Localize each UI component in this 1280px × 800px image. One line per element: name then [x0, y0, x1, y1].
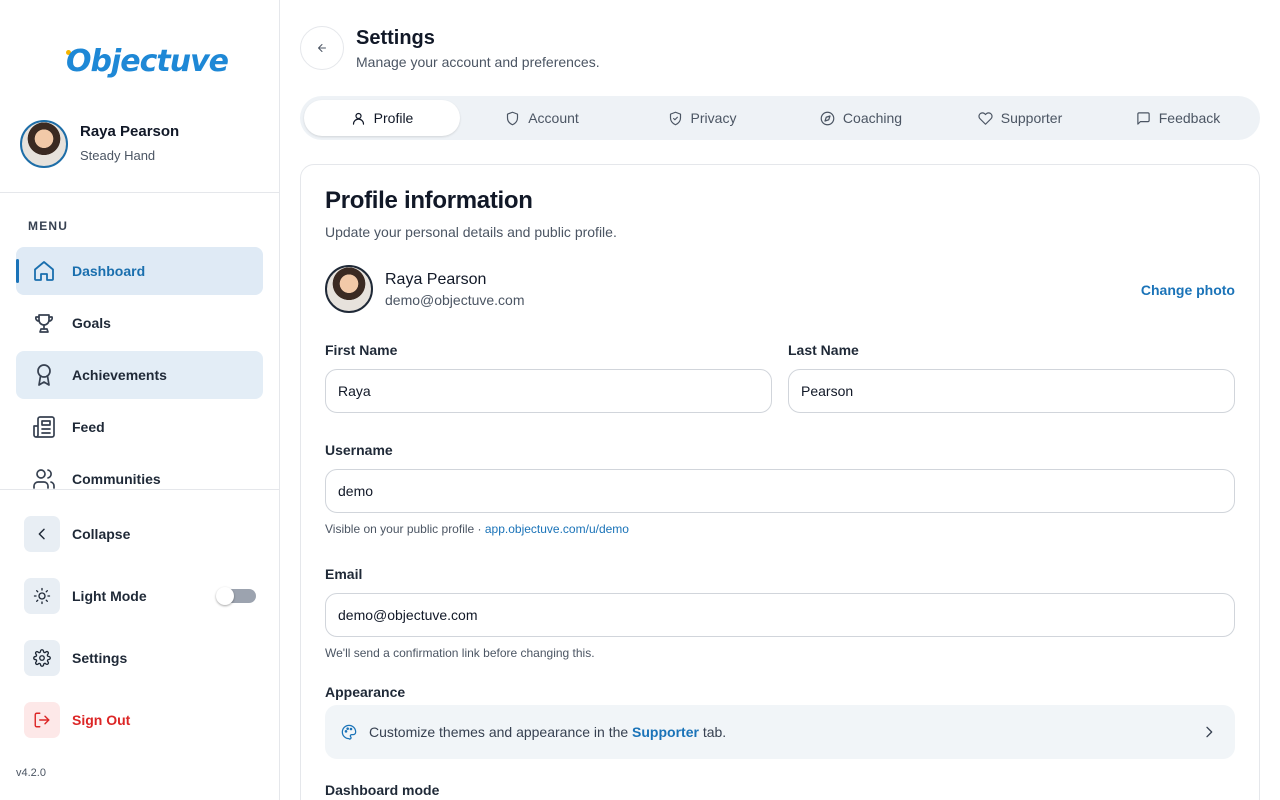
tab-account[interactable]: Account: [464, 100, 620, 136]
sign-out-icon: [34, 712, 50, 728]
divider: [0, 489, 279, 490]
newspaper-icon: [33, 416, 55, 438]
sun-icon: [33, 587, 51, 605]
divider: [0, 192, 279, 193]
public-profile-link[interactable]: app.objectuve.com/u/demo: [485, 522, 629, 536]
settings-tabs: Profile Account Privacy Coaching Support…: [300, 96, 1260, 140]
last-name-field[interactable]: [788, 369, 1235, 413]
tab-label: Profile: [373, 110, 414, 126]
email-field[interactable]: [325, 593, 1235, 637]
sidebar-item-communities[interactable]: Communities: [16, 455, 263, 489]
active-indicator: [16, 259, 19, 283]
page-subtitle: Manage your account and preferences.: [356, 54, 600, 70]
light-mode-row: Light Mode: [24, 578, 264, 614]
settings-label: Settings: [72, 650, 128, 666]
settings-icon-box: [24, 640, 60, 676]
appearance-label: Appearance: [325, 684, 406, 700]
home-icon: [34, 261, 54, 281]
sidebar-item-feed[interactable]: Feed: [16, 403, 263, 451]
award-icon: [37, 364, 51, 386]
profile-card: Profile information Update your personal…: [300, 164, 1260, 800]
palette-icon: [341, 724, 357, 740]
change-photo-link[interactable]: Change photo: [1141, 282, 1235, 298]
user-block[interactable]: Raya Pearson Steady Hand: [20, 120, 260, 170]
back-button[interactable]: [300, 26, 344, 70]
profile-email: demo@objectuve.com: [385, 292, 525, 308]
page-title: Settings: [356, 27, 435, 49]
version-label: v4.2.0: [16, 767, 46, 779]
chevron-left-icon: [38, 528, 45, 540]
tab-feedback[interactable]: Feedback: [1100, 100, 1256, 136]
tab-label: Feedback: [1158, 110, 1221, 126]
settings-button[interactable]: Settings: [24, 640, 264, 676]
sidebar-item-achievements[interactable]: Achievements: [16, 351, 263, 399]
tab-coaching[interactable]: Coaching: [783, 100, 939, 136]
collapse-button[interactable]: Collapse: [24, 516, 264, 552]
sidebar-item-label: Goals: [72, 315, 111, 331]
appearance-text-after: tab.: [698, 724, 727, 740]
tab-label: Privacy: [690, 110, 737, 126]
tab-label: Account: [528, 110, 579, 126]
email-hint: We'll send a confirmation link before ch…: [325, 646, 595, 660]
sidebar-item-label: Communities: [72, 471, 161, 487]
user-title: Steady Hand: [80, 148, 156, 163]
collapse-label: Collapse: [72, 526, 131, 542]
username-field[interactable]: [325, 469, 1235, 513]
gear-icon: [33, 649, 51, 667]
tab-supporter[interactable]: Supporter: [942, 100, 1098, 136]
light-mode-toggle[interactable]: [216, 587, 256, 605]
collapse-icon-box: [24, 516, 60, 552]
tab-profile[interactable]: Profile: [304, 100, 460, 136]
username-hint-text: Visible on your public profile ·: [325, 522, 485, 536]
tab-privacy[interactable]: Privacy: [624, 100, 780, 136]
sign-out-icon-box: [24, 702, 60, 738]
appearance-text: Customize themes and appearance in the S…: [369, 724, 726, 740]
section-subtitle: Update your personal details and public …: [325, 224, 617, 240]
profile-name: Raya Pearson: [385, 271, 487, 288]
heart-icon: [978, 111, 993, 125]
section-title: Profile information: [325, 187, 533, 214]
user-icon: [352, 112, 364, 125]
first-name-field[interactable]: [325, 369, 772, 413]
toggle-knob: [216, 587, 234, 605]
sign-out-label: Sign Out: [72, 712, 131, 728]
chevron-right-icon: [1206, 726, 1213, 738]
profile-avatar: [325, 265, 373, 313]
trophy-icon: [34, 314, 54, 333]
sidebar-item-label: Dashboard: [72, 263, 146, 279]
shield-check-icon: [669, 111, 681, 125]
arrow-left-icon: [318, 44, 326, 52]
appearance-text-before: Customize themes and appearance in the: [369, 724, 633, 740]
tab-label: Supporter: [1000, 110, 1063, 126]
username-hint: Visible on your public profile · app.obj…: [325, 522, 629, 536]
sidebar-item-dashboard[interactable]: Dashboard: [16, 247, 263, 295]
tab-label: Coaching: [842, 110, 903, 126]
app-logo[interactable]: Objectuve: [66, 44, 229, 79]
sidebar-item-label: Feed: [72, 419, 105, 435]
supporter-link[interactable]: Supporter: [632, 724, 699, 740]
last-name-label: Last Name: [788, 342, 859, 358]
sidebar-item-goals[interactable]: Goals: [16, 299, 263, 347]
appearance-link-row[interactable]: Customize themes and appearance in the S…: [325, 705, 1235, 759]
first-name-label: First Name: [325, 342, 398, 358]
users-icon: [33, 469, 55, 489]
light-mode-label: Light Mode: [72, 588, 147, 604]
shield-icon: [507, 111, 519, 125]
avatar[interactable]: [20, 120, 68, 168]
user-name: Raya Pearson: [80, 123, 180, 140]
compass-icon: [820, 111, 835, 125]
light-mode-icon-box: [24, 578, 60, 614]
username-label: Username: [325, 442, 393, 458]
sidebar: Objectuve Raya Pearson Steady Hand MENU …: [0, 0, 280, 800]
email-label: Email: [325, 566, 363, 582]
message-icon: [1137, 111, 1150, 125]
menu-label: MENU: [28, 219, 69, 233]
dashboard-mode-label: Dashboard mode: [325, 782, 440, 798]
sign-out-button[interactable]: Sign Out: [24, 702, 264, 738]
sidebar-item-label: Achievements: [72, 367, 167, 383]
